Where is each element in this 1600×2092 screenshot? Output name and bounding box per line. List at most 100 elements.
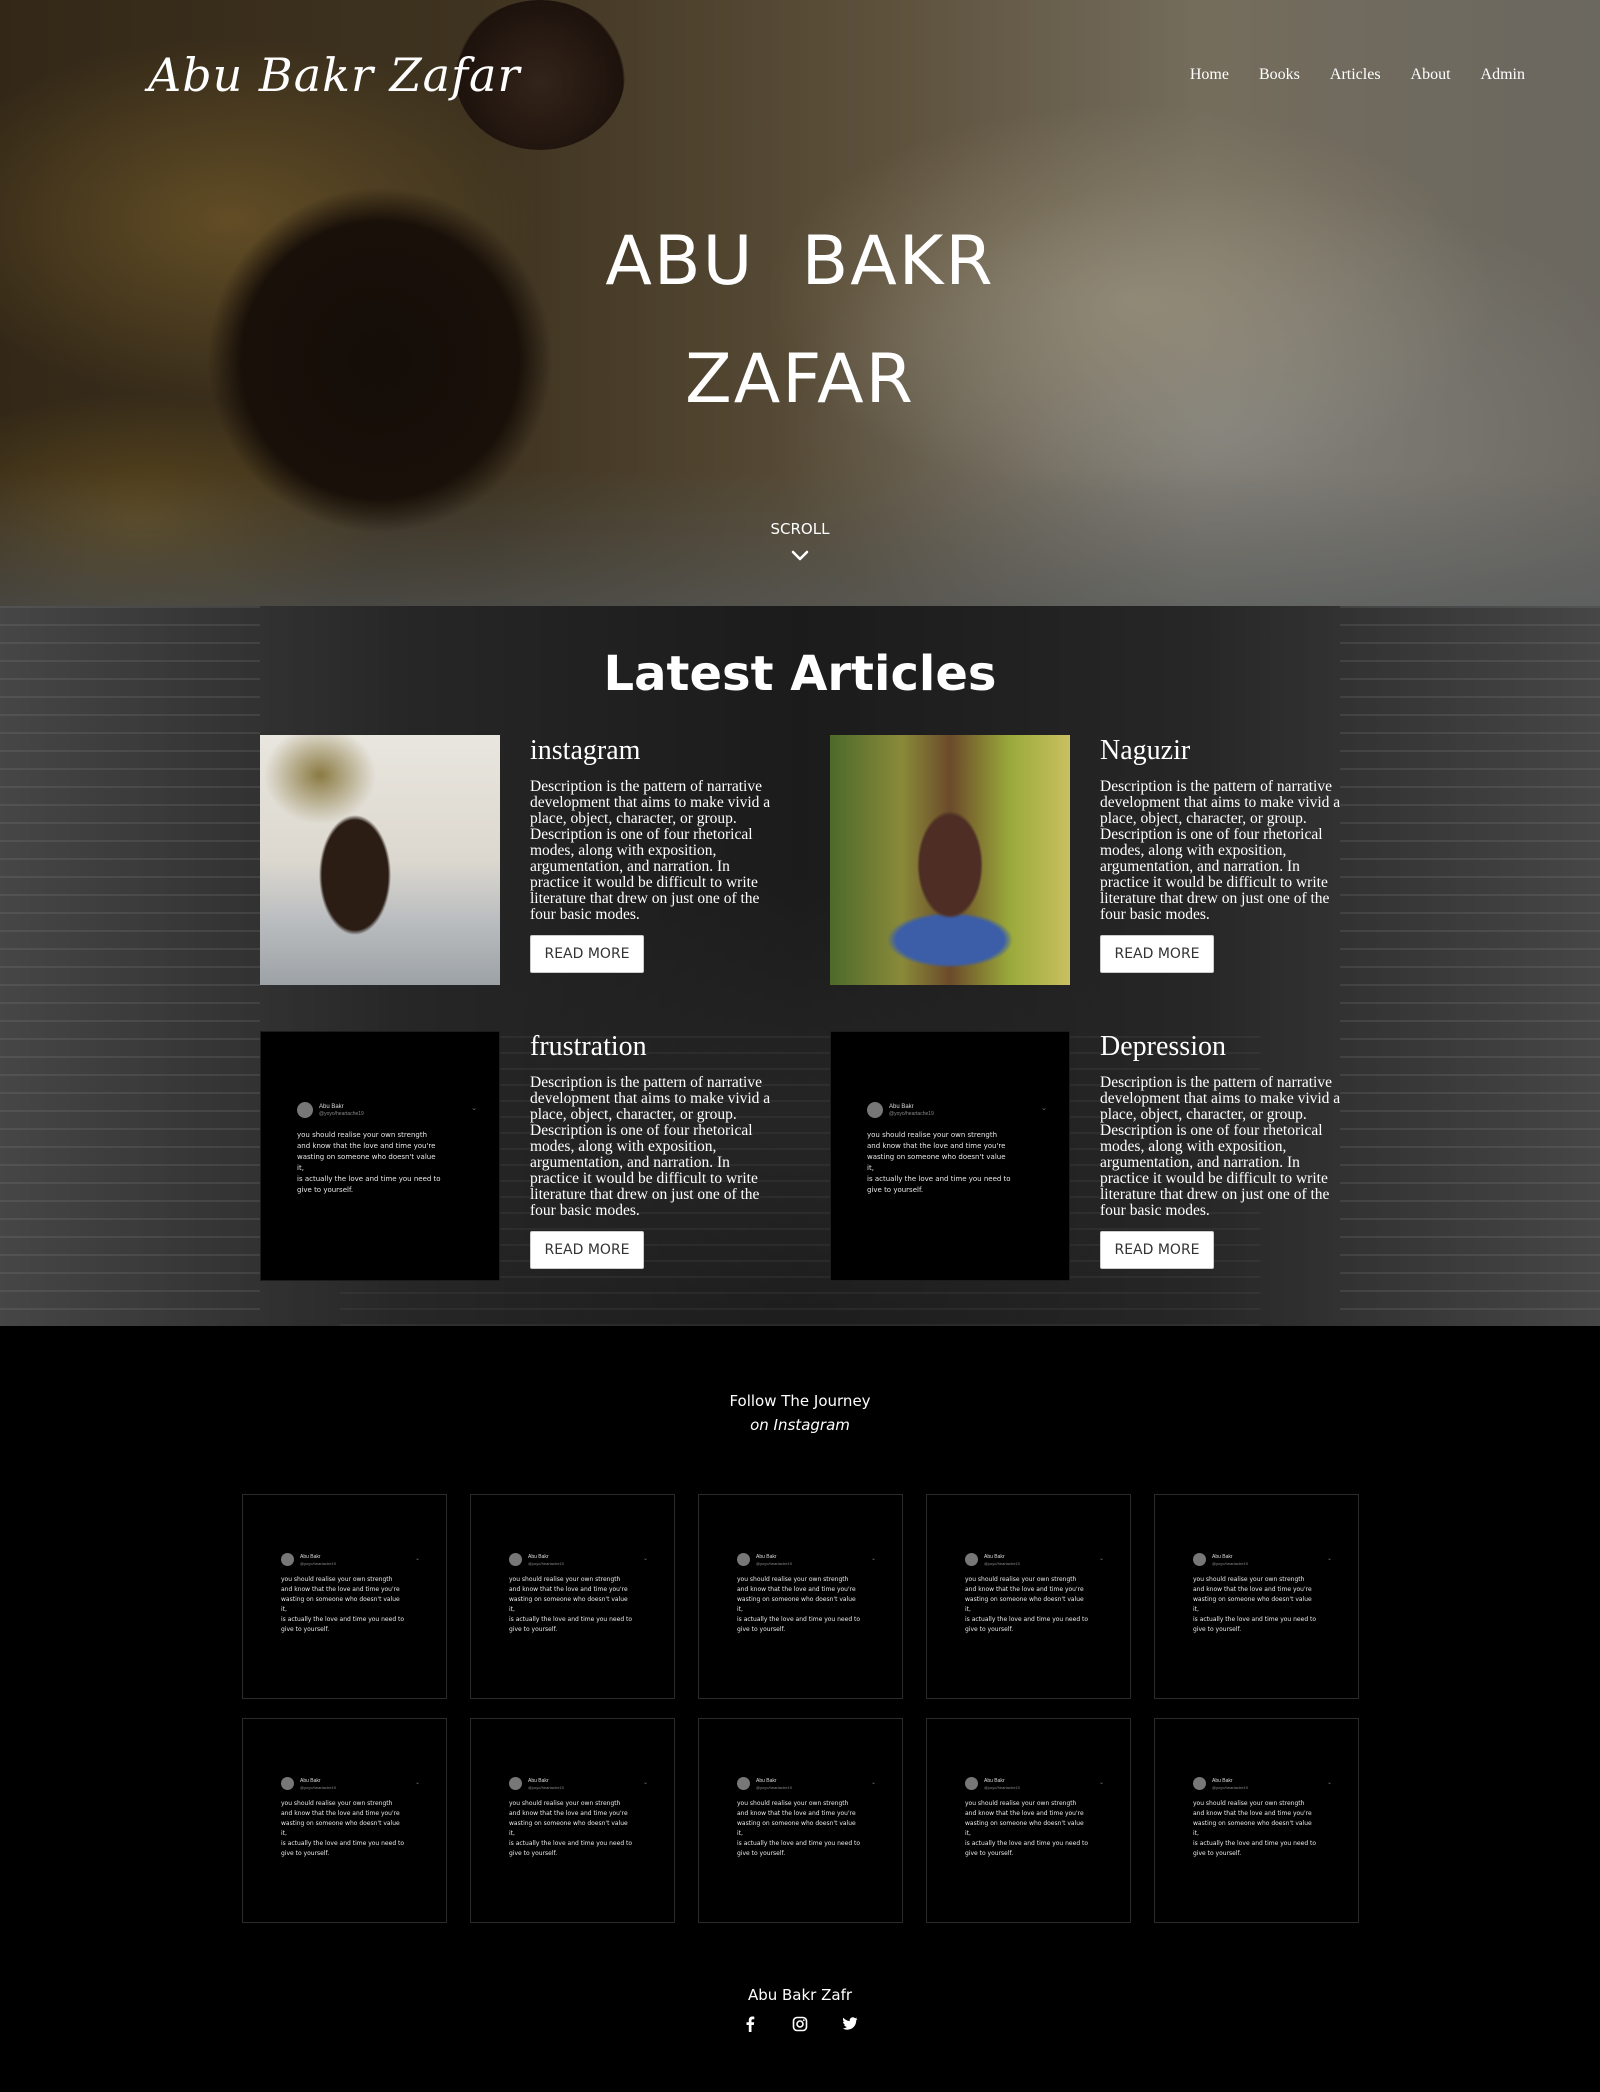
tweet-handle: @yoyo/heartache19 [528, 1784, 564, 1790]
footer-name: Abu Bakr Zafr [747, 1986, 853, 2004]
tweet-author: Abu Bakr [1212, 1777, 1233, 1784]
tweet-screenshot: Abu Bakr @yoyo/heartache19 you should real… [1193, 1553, 1323, 1635]
article-card: Naguzir Description is the pattern of na… [830, 735, 1400, 985]
nav-about[interactable]: About [1411, 66, 1451, 84]
avatar [737, 1777, 750, 1790]
tweet-handle: @yoyo/heartache19 [756, 1560, 792, 1566]
tweet-author: Abu Bakr [984, 1553, 1005, 1560]
tweet-author: Abu Bakr [528, 1553, 549, 1560]
avatar [1193, 1553, 1206, 1566]
tweet-text: you should realise your own strength and … [281, 1576, 405, 1633]
article-card: instagram Description is the pattern of … [260, 735, 830, 985]
hero-section: Abu Bakr Zafar Home Books Articles About… [0, 0, 1600, 606]
twitter-icon[interactable] [840, 2014, 860, 2034]
tweet-screenshot: Abu Bakr @yoyo/heartache19 you should real… [509, 1553, 639, 1635]
chevron-down-icon: ⌄ [1041, 1105, 1047, 1112]
tweet-screenshot: Abu Bakr @yoyo/heartache19 you should re… [297, 1102, 467, 1196]
read-more-button[interactable]: READ MORE [1100, 1231, 1214, 1269]
nav-admin[interactable]: Admin [1481, 66, 1525, 84]
instagram-icon[interactable] [790, 2014, 810, 2034]
article-image[interactable]: Abu Bakr @yoyo/heartache19 you should re… [260, 1031, 500, 1281]
scroll-label[interactable]: SCROLL [0, 520, 1600, 538]
tweet-text: you should realise your own strength and… [867, 1131, 1011, 1194]
article-image[interactable] [260, 735, 500, 985]
article-card: Abu Bakr @yoyo/heartache19 you should re… [830, 1031, 1400, 1281]
instagram-post-tile[interactable]: Abu Bakr @yoyo/heartache19 you should real… [242, 1718, 447, 1923]
article-title[interactable]: frustration [530, 1031, 647, 1063]
nav-articles[interactable]: Articles [1330, 66, 1381, 84]
article-image[interactable] [830, 735, 1070, 985]
tweet-screenshot: Abu Bakr @yoyo/heartache19 you should re… [867, 1102, 1037, 1196]
tweet-handle: @yoyo/heartache19 [1212, 1560, 1248, 1566]
instagram-post-tile[interactable]: Abu Bakr @yoyo/heartache19 you should real… [470, 1494, 675, 1699]
read-more-button[interactable]: READ MORE [530, 935, 644, 973]
avatar [297, 1102, 313, 1118]
latest-articles-section: Latest Articles instagram Description is… [0, 606, 1600, 1326]
tweet-handle: @yoyo/heartache19 [319, 1110, 364, 1117]
tweet-author: Abu Bakr [1212, 1553, 1233, 1560]
article-title[interactable]: instagram [530, 735, 640, 767]
tweet-screenshot: Abu Bakr @yoyo/heartache19 you should real… [509, 1777, 639, 1859]
instagram-post-tile[interactable]: Abu Bakr @yoyo/heartache19 you should real… [926, 1718, 1131, 1923]
chevron-down-icon[interactable] [790, 546, 810, 566]
avatar [1193, 1777, 1206, 1790]
tweet-handle: @yoyo/heartache19 [528, 1560, 564, 1566]
tweet-author: Abu Bakr [528, 1777, 549, 1784]
tweet-author: Abu Bakr [756, 1553, 777, 1560]
tweet-handle: @yoyo/heartache19 [300, 1784, 336, 1790]
avatar [737, 1553, 750, 1566]
chevron-down-icon: ⌄ [1098, 1556, 1104, 1562]
avatar [965, 1553, 978, 1566]
tweet-screenshot: Abu Bakr @yoyo/heartache19 you should real… [281, 1553, 411, 1635]
nav-home[interactable]: Home [1190, 66, 1229, 84]
hero-title-line2: ZAFAR [685, 340, 915, 419]
hero-title-line1: ABU BAKR [605, 222, 995, 301]
instagram-post-tile[interactable]: Abu Bakr @yoyo/heartache19 you should real… [698, 1494, 903, 1699]
tweet-screenshot: Abu Bakr @yoyo/heartache19 you should real… [965, 1553, 1095, 1635]
tweet-author: Abu Bakr [756, 1777, 777, 1784]
chevron-down-icon: ⌄ [1098, 1780, 1104, 1786]
tweet-screenshot: Abu Bakr @yoyo/heartache19 you should real… [1193, 1777, 1323, 1859]
instagram-subheading[interactable]: on Instagram [0, 1416, 1600, 1434]
avatar [281, 1777, 294, 1790]
tweet-handle: @yoyo/heartache19 [889, 1110, 934, 1117]
instagram-post-tile[interactable]: Abu Bakr @yoyo/heartache19 you should real… [698, 1718, 903, 1923]
tweet-text: you should realise your own strength and … [1193, 1800, 1317, 1857]
instagram-post-tile[interactable]: Abu Bakr @yoyo/heartache19 you should real… [926, 1494, 1131, 1699]
instagram-post-tile[interactable]: Abu Bakr @yoyo/heartache19 you should real… [242, 1494, 447, 1699]
chevron-down-icon: ⌄ [870, 1780, 876, 1786]
avatar [965, 1777, 978, 1790]
tweet-screenshot: Abu Bakr @yoyo/heartache19 you should real… [281, 1777, 411, 1859]
tweet-author: Abu Bakr [319, 1103, 344, 1110]
tweet-text: you should realise your own strength and … [965, 1800, 1089, 1857]
tweet-text: you should realise your own strength and … [1193, 1576, 1317, 1633]
article-title[interactable]: Naguzir [1100, 735, 1190, 767]
tweet-author: Abu Bakr [300, 1553, 321, 1560]
article-description: Description is the pattern of narrative … [530, 1074, 771, 1219]
avatar [281, 1553, 294, 1566]
instagram-post-tile[interactable]: Abu Bakr @yoyo/heartache19 you should real… [470, 1718, 675, 1923]
facebook-icon[interactable] [740, 2014, 760, 2034]
tweet-screenshot: Abu Bakr @yoyo/heartache19 you should real… [737, 1777, 867, 1859]
instagram-post-tile[interactable]: Abu Bakr @yoyo/heartache19 you should real… [1154, 1494, 1359, 1699]
tweet-handle: @yoyo/heartache19 [756, 1784, 792, 1790]
read-more-button[interactable]: READ MORE [530, 1231, 644, 1269]
instagram-post-tile[interactable]: Abu Bakr @yoyo/heartache19 you should real… [1154, 1718, 1359, 1923]
chevron-down-icon: ⌄ [1326, 1780, 1332, 1786]
article-description: Description is the pattern of narrative … [1100, 1074, 1341, 1219]
tweet-screenshot: Abu Bakr @yoyo/heartache19 you should real… [965, 1777, 1095, 1859]
tweet-text: you should realise your own strength and… [297, 1131, 441, 1194]
nav-books[interactable]: Books [1259, 66, 1300, 84]
tweet-handle: @yoyo/heartache19 [300, 1560, 336, 1566]
brand-logo[interactable]: Abu Bakr Zafar [148, 48, 520, 102]
tweet-handle: @yoyo/heartache19 [984, 1784, 1020, 1790]
tweet-screenshot: Abu Bakr @yoyo/heartache19 you should real… [737, 1553, 867, 1635]
instagram-heading: Follow The Journey [729, 1392, 871, 1410]
article-image[interactable]: Abu Bakr @yoyo/heartache19 you should re… [830, 1031, 1070, 1281]
article-description: Description is the pattern of narrative … [1100, 778, 1341, 923]
read-more-button[interactable]: READ MORE [1100, 935, 1214, 973]
chevron-down-icon: ⌄ [471, 1105, 477, 1112]
article-title[interactable]: Depression [1100, 1031, 1226, 1063]
tweet-text: you should realise your own strength and … [509, 1800, 633, 1857]
chevron-down-icon: ⌄ [414, 1780, 420, 1786]
